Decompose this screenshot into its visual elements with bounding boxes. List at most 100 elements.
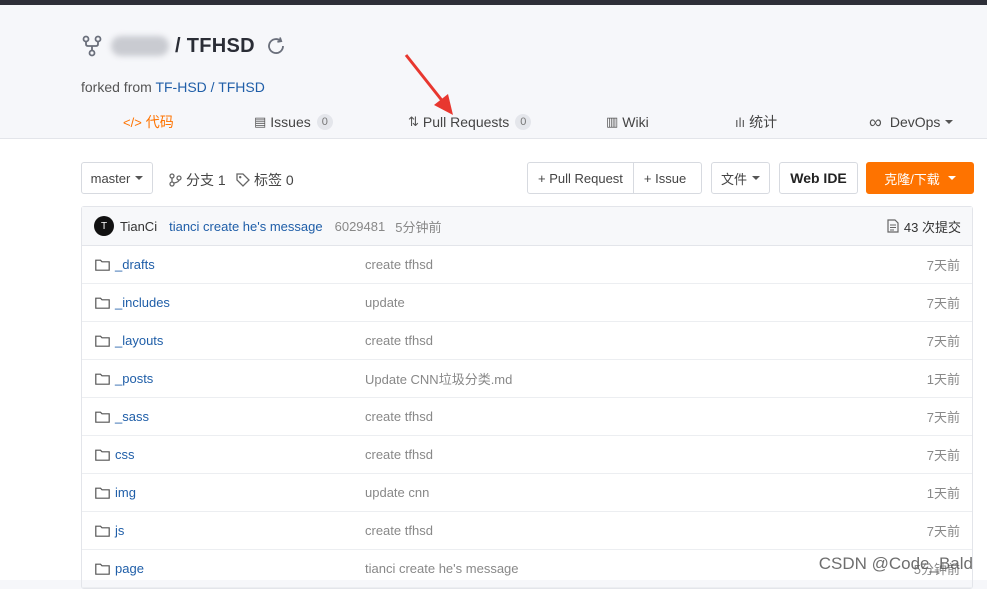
- table-row: _posts Update CNN垃圾分类.md 1天前: [82, 360, 972, 398]
- file-name-link[interactable]: css: [95, 436, 135, 473]
- pr-issue-button-group: + Pull Request + Issue: [527, 162, 702, 194]
- file-commit-message[interactable]: update: [365, 284, 405, 321]
- file-name-link[interactable]: _layouts: [95, 322, 163, 359]
- table-row: _layouts create tfhsd 7天前: [82, 322, 972, 360]
- folder-icon: [95, 411, 110, 423]
- commit-author[interactable]: TianCi: [120, 219, 157, 234]
- new-pull-request-button[interactable]: + Pull Request: [528, 163, 633, 193]
- tab-issues[interactable]: ▤ Issues 0: [254, 103, 333, 141]
- forked-separator: /: [206, 79, 219, 95]
- repo-name[interactable]: / TFHSD: [175, 35, 255, 58]
- file-name-link[interactable]: _sass: [95, 398, 149, 435]
- annotation-arrow: [404, 54, 453, 115]
- tab-stats-label: 统计: [749, 114, 778, 130]
- tab-devops-label: DevOps: [889, 114, 941, 130]
- folder-icon: [95, 563, 110, 575]
- file-name-link[interactable]: js: [95, 512, 124, 549]
- file-commit-time: 1天前: [926, 372, 960, 387]
- file-commit-time: 7天前: [926, 410, 960, 425]
- file-name: css: [115, 447, 135, 462]
- file-menu-button[interactable]: 文件: [711, 162, 770, 194]
- wiki-icon: ▥: [606, 114, 619, 129]
- file-commit-message[interactable]: create tfhsd: [365, 246, 433, 283]
- tab-code[interactable]: </> 代码: [123, 103, 174, 141]
- fork-icon: [82, 35, 102, 57]
- repo-tabs: </> 代码 ▤ Issues 0 ⇅ Pull Requests 0 ▥ Wi…: [81, 103, 971, 143]
- file-commit-message[interactable]: tianci create he's message: [365, 550, 519, 587]
- commit-count-label: 43 次提交: [903, 219, 961, 235]
- table-row: img update cnn 1天前: [82, 474, 972, 512]
- commit-hash[interactable]: 6029481: [335, 219, 386, 234]
- file-commit-time: 7天前: [926, 296, 960, 311]
- avatar[interactable]: T: [94, 216, 114, 236]
- file-rows: _drafts create tfhsd 7天前 _includes update 7天前…: [82, 246, 972, 588]
- chevron-down-icon: [945, 120, 954, 124]
- file-name-link[interactable]: _posts: [95, 360, 153, 397]
- tag-icon: [236, 173, 250, 187]
- clone-download-button[interactable]: 克隆/下载: [866, 162, 974, 194]
- stats-icon: ılı: [735, 114, 746, 130]
- issues-icon: ▤: [254, 114, 267, 129]
- folder-icon: [95, 259, 110, 271]
- file-name: _drafts: [115, 257, 155, 272]
- folder-icon: [95, 449, 110, 461]
- file-commit-message[interactable]: create tfhsd: [365, 398, 433, 435]
- web-ide-label: Web IDE: [790, 170, 847, 186]
- repo-main: master 分支 1 标签 0 + Pull Request + Issue …: [0, 139, 987, 589]
- forked-prefix: forked from: [81, 79, 156, 95]
- tab-stats[interactable]: ılı 统计: [735, 103, 777, 141]
- document-icon: [887, 219, 899, 233]
- issues-count-badge: 0: [316, 114, 333, 130]
- tab-wiki[interactable]: ▥ Wiki: [606, 103, 649, 141]
- branch-select[interactable]: master: [81, 162, 153, 194]
- table-row: _sass create tfhsd 7天前: [82, 398, 972, 436]
- table-row: css create tfhsd 7天前: [82, 436, 972, 474]
- branches-label: 分支 1: [186, 172, 226, 188]
- tab-devops[interactable]: ∞ DevOps: [869, 103, 954, 141]
- file-name: _includes: [115, 295, 170, 310]
- file-name: _layouts: [115, 333, 164, 348]
- tab-code-label: 代码: [145, 114, 174, 130]
- file-commit-time: 7天前: [926, 448, 960, 463]
- folder-icon: [95, 335, 110, 347]
- latest-commit-bar: T TianCi tianci create he's message 6029…: [82, 207, 972, 246]
- file-name: _sass: [115, 409, 149, 424]
- file-name: page: [115, 561, 144, 576]
- commit-count-link[interactable]: 43 次提交: [887, 207, 961, 245]
- file-commit-message[interactable]: create tfhsd: [365, 436, 433, 473]
- folder-icon: [95, 297, 110, 309]
- devops-icon: ∞: [869, 111, 882, 132]
- file-name-link[interactable]: _drafts: [95, 246, 155, 283]
- file-name-link[interactable]: _includes: [95, 284, 170, 321]
- tags-label: 标签 0: [254, 172, 294, 188]
- file-commit-message[interactable]: Update CNN垃圾分类.md: [365, 360, 512, 397]
- table-row: _includes update 7天前: [82, 284, 972, 322]
- new-issue-button[interactable]: + Issue: [632, 163, 696, 193]
- file-commit-time: 7天前: [926, 524, 960, 539]
- file-name: js: [115, 523, 125, 538]
- branches-link[interactable]: 分支 1: [169, 170, 226, 190]
- forked-owner-link[interactable]: TF-HSD: [155, 79, 206, 95]
- web-ide-button[interactable]: Web IDE: [779, 162, 858, 194]
- file-commit-message[interactable]: update cnn: [365, 474, 429, 511]
- commit-time: 5分钟前: [395, 219, 442, 235]
- sync-icon[interactable]: [265, 35, 287, 57]
- clone-download-label: 克隆/下载: [884, 171, 940, 187]
- tags-link[interactable]: 标签 0: [236, 170, 294, 190]
- file-name-link[interactable]: img: [95, 474, 136, 511]
- file-name: _posts: [115, 371, 154, 386]
- repo-header: / TFHSD forked from TF-HSD / TFHSD </> 代…: [0, 5, 987, 142]
- file-name: img: [115, 485, 136, 500]
- file-name-link[interactable]: page: [95, 550, 144, 587]
- table-row: _drafts create tfhsd 7天前: [82, 246, 972, 284]
- file-menu-label: 文件: [720, 171, 747, 187]
- file-commit-message[interactable]: create tfhsd: [365, 512, 433, 549]
- forked-repo-link[interactable]: TFHSD: [218, 79, 265, 95]
- chevron-down-icon: [752, 176, 760, 180]
- file-commit-message[interactable]: create tfhsd: [365, 322, 433, 359]
- branch-select-label: master: [90, 170, 131, 186]
- tab-issues-label: Issues: [270, 114, 311, 130]
- commit-message-link[interactable]: tianci create he's message: [169, 219, 323, 234]
- pull-requests-count-badge: 0: [515, 114, 532, 130]
- folder-icon: [95, 373, 110, 385]
